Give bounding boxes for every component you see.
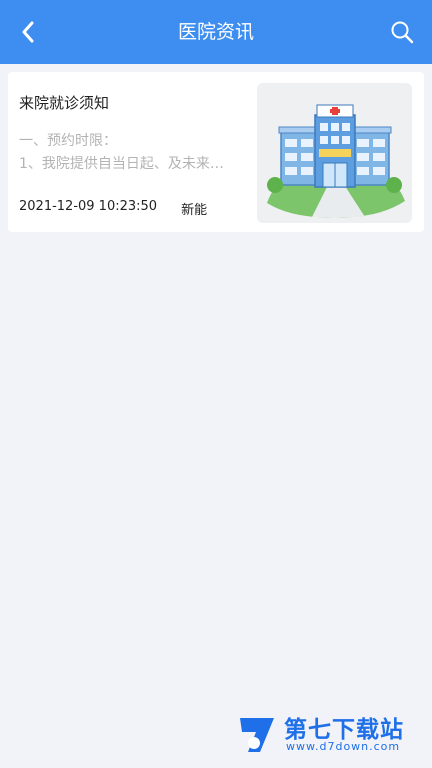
article-thumbnail — [257, 83, 412, 223]
article-summary: 一、预约时限： 1、我院提供自当日起、及未来… — [19, 130, 255, 176]
watermark-title: 第七下载站 — [284, 717, 404, 743]
watermark: 第七下载站 www.d7down.com — [234, 710, 426, 760]
watermark-logo-icon — [240, 718, 274, 752]
article-summary-line: 1、我院提供自当日起、及未来… — [19, 156, 224, 172]
hospital-icon — [267, 104, 405, 218]
watermark-url: www.d7down.com — [286, 740, 401, 753]
article-author: 新能 — [181, 203, 208, 218]
article-datetime: 2021-12-09 10:23:50 — [19, 199, 158, 214]
search-icon — [391, 21, 414, 44]
article-title: 来院就诊须知 — [19, 94, 110, 112]
search-button[interactable] — [386, 16, 418, 48]
top-navigation-bar: 医院资讯 — [0, 0, 432, 64]
article-summary-line: 一、预约时限： — [19, 133, 117, 149]
article-meta: 2021-12-09 10:23:50 新能 — [19, 199, 207, 218]
article-card[interactable]: 来院就诊须知 一、预约时限： 1、我院提供自当日起、及未来… 2021-12-0… — [8, 72, 424, 232]
page-title: 医院资讯 — [177, 21, 254, 43]
